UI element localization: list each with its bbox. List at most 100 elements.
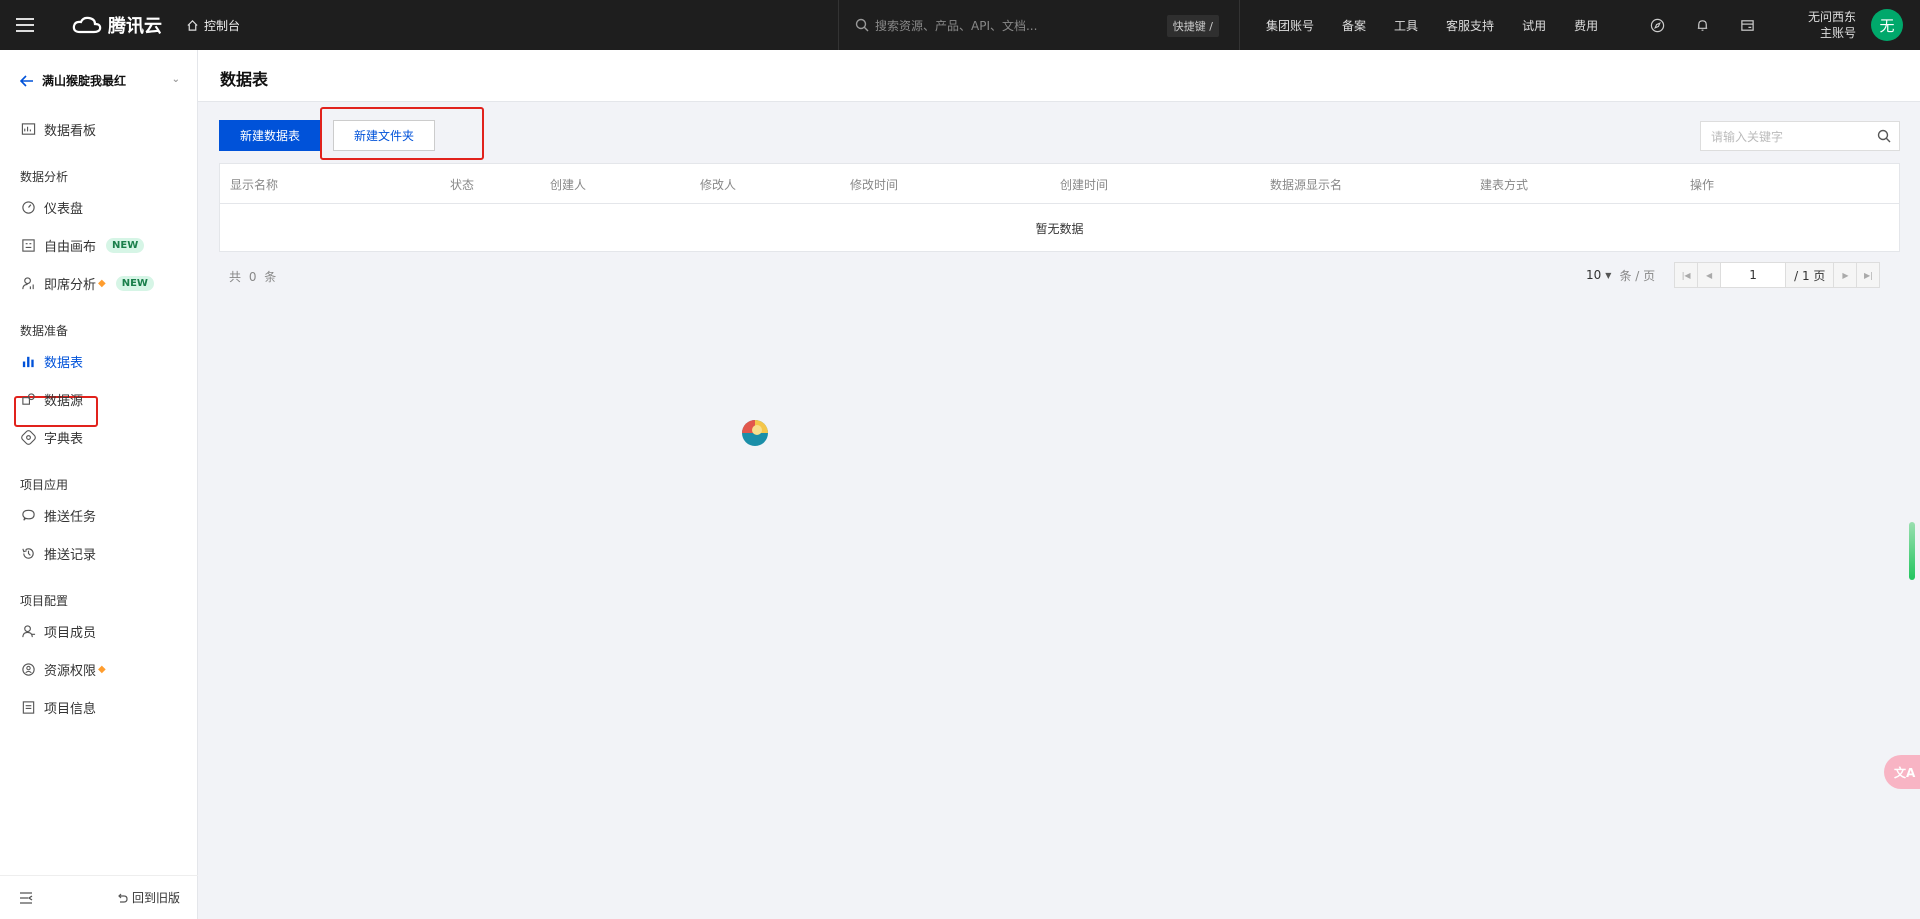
sidebar-item-dictionary[interactable]: 字典表 [20,426,83,448]
nav-trial[interactable]: 试用 [1522,17,1546,34]
home-icon [187,19,198,31]
highlight-box-new-folder [320,107,484,160]
search-icon [855,18,869,32]
column-header: 操作 [1690,178,1715,192]
next-page-button[interactable]: ▶ [1833,262,1858,288]
sidebar-item-label: 资源权限 [44,663,97,679]
premium-diamond-icon: ◆ [98,663,106,675]
member-icon [20,623,36,639]
sidebar-item-data-board[interactable]: 数据看板 [20,118,96,140]
logo-text: 腾讯云 [108,16,162,37]
sidebar-item-permissions[interactable]: 资源权限 ◆ [20,658,106,680]
cloud-logo-icon [72,16,102,34]
column-header: 创建时间 [1060,178,1109,192]
analysis-icon [20,275,36,291]
premium-diamond-icon: ◆ [98,277,106,289]
back-to-old-version-link[interactable]: 回到旧版 [116,889,180,906]
nav-support[interactable]: 客服支持 [1446,17,1494,34]
keyword-search-input[interactable]: 请输入关键字 [1700,121,1900,151]
sidebar-item-datasource[interactable]: 数据源 [20,388,83,410]
gauge-icon [20,199,36,215]
group-data-prep: 数据准备 [20,324,69,338]
group-project-apps: 项目应用 [20,478,69,492]
account-name: 无问西东 [1807,10,1856,24]
group-data-analysis: 数据分析 [20,170,69,184]
account-info[interactable]: 无问西东 主账号 [1796,9,1856,41]
per-page-label: 条 / 页 [1619,268,1656,283]
empty-state-text: 暂无数据 [1035,221,1084,236]
scroll-indicator[interactable] [1909,522,1915,580]
caret-down-icon: ▼ [1605,270,1612,280]
sidebar-item-gauge[interactable]: 仪表盘 [20,196,83,218]
sidebar-item-members[interactable]: 项目成员 [20,620,96,642]
data-table: 显示名称 状态 创建人 修改人 修改时间 创建时间 数据源显示名 建表方式 操作… [219,163,1900,252]
nav-group-account[interactable]: 集团账号 [1266,17,1314,34]
search-placeholder: 请输入关键字 [1711,129,1784,144]
page-size-select[interactable]: 10 ▼ [1586,268,1611,282]
bar-chart-icon [20,353,36,369]
back-to-old-label: 回到旧版 [131,891,180,905]
top-nav-links: 集团账号 备案 工具 客服支持 试用 费用 [1266,0,1626,50]
sidebar-item-label: 推送任务 [44,509,97,525]
compass-icon[interactable] [1650,18,1665,33]
sidebar-item-label: 项目成员 [44,625,97,641]
sidebar-item-push-history[interactable]: 推送记录 [20,542,96,564]
sidebar-item-project-info[interactable]: 项目信息 [20,696,96,718]
top-icon-group [1650,0,1755,50]
top-navbar: 腾讯云 控制台 搜索资源、产品、API、文档... 快捷键 / 集团账号 备案 … [0,0,1920,50]
sidebar-item-label: 仪表盘 [44,201,84,217]
sidebar-item-label: 即席分析 [44,277,97,293]
collapse-sidebar-icon[interactable] [18,891,34,905]
page-number-input[interactable]: 1 [1720,262,1787,288]
sidebar-item-label: 数据源 [44,393,84,409]
first-page-button[interactable]: |◀ [1674,262,1699,288]
new-badge: NEW [115,275,154,291]
sidebar-item-label: 自由画布 [44,239,97,255]
billing-icon[interactable] [1740,18,1755,33]
shortcut-hint: 快捷键 / [1166,15,1219,37]
dictionary-icon [20,429,36,445]
info-icon [20,699,36,715]
sidebar: 满山猴腚我最红 ⌄ 数据看板 数据分析 仪表盘 自由画布 NEW 即席分析 ◆ … [0,50,198,919]
hamburger-menu-icon[interactable] [0,0,50,50]
project-name: 满山猴腚我最红 [42,74,127,88]
sidebar-item-push-task[interactable]: 推送任务 [20,504,96,526]
sidebar-item-label: 数据看板 [44,123,97,139]
dashboard-icon [20,121,36,137]
datasource-icon [20,391,36,407]
last-page-button[interactable]: ▶| [1856,262,1881,288]
nav-billing[interactable]: 费用 [1574,17,1598,34]
pagination: 10 ▼ 条 / 页 |◀ ◀ 1 / 1 页 ▶ ▶| [1586,262,1881,288]
bell-icon[interactable] [1695,18,1710,33]
console-link[interactable]: 控制台 [186,17,240,34]
column-header: 修改时间 [850,178,899,192]
avatar[interactable]: 无 [1871,9,1903,41]
search-icon[interactable] [1877,129,1891,143]
account-type: 主账号 [1819,26,1856,40]
sidebar-item-label: 数据表 [44,355,84,371]
sidebar-item-adhoc-analysis[interactable]: 即席分析 ◆ NEW [20,272,154,294]
table-header: 显示名称 状态 创建人 修改人 修改时间 创建时间 数据源显示名 建表方式 操作 [220,164,1899,204]
sidebar-item-label: 项目信息 [44,701,97,717]
translate-icon[interactable]: 文A [1884,755,1920,789]
sidebar-item-data-table[interactable]: 数据表 [20,350,83,372]
sidebar-item-label: 推送记录 [44,547,97,563]
new-badge: NEW [106,237,145,253]
global-search[interactable]: 搜索资源、产品、API、文档... 快捷键 / [838,0,1240,50]
chat-icon [20,507,36,523]
chevron-down-icon[interactable]: ⌄ [172,74,180,85]
tencent-cloud-logo[interactable]: 腾讯云 [72,12,162,38]
total-pages: / 1 页 [1785,262,1835,288]
nav-filing[interactable]: 备案 [1342,17,1366,34]
back-arrow-icon[interactable] [20,74,34,87]
console-label: 控制台 [204,18,241,33]
column-header: 状态 [450,178,475,192]
sidebar-item-free-canvas[interactable]: 自由画布 NEW [20,234,145,256]
history-icon [20,545,36,561]
page-size-value: 10 [1586,268,1602,282]
nav-tools[interactable]: 工具 [1394,17,1418,34]
column-header: 显示名称 [230,178,279,192]
prev-page-button[interactable]: ◀ [1697,262,1722,288]
new-table-button[interactable]: 新建数据表 [219,120,321,151]
project-switcher[interactable]: 满山猴腚我最红 ⌄ [20,72,180,89]
